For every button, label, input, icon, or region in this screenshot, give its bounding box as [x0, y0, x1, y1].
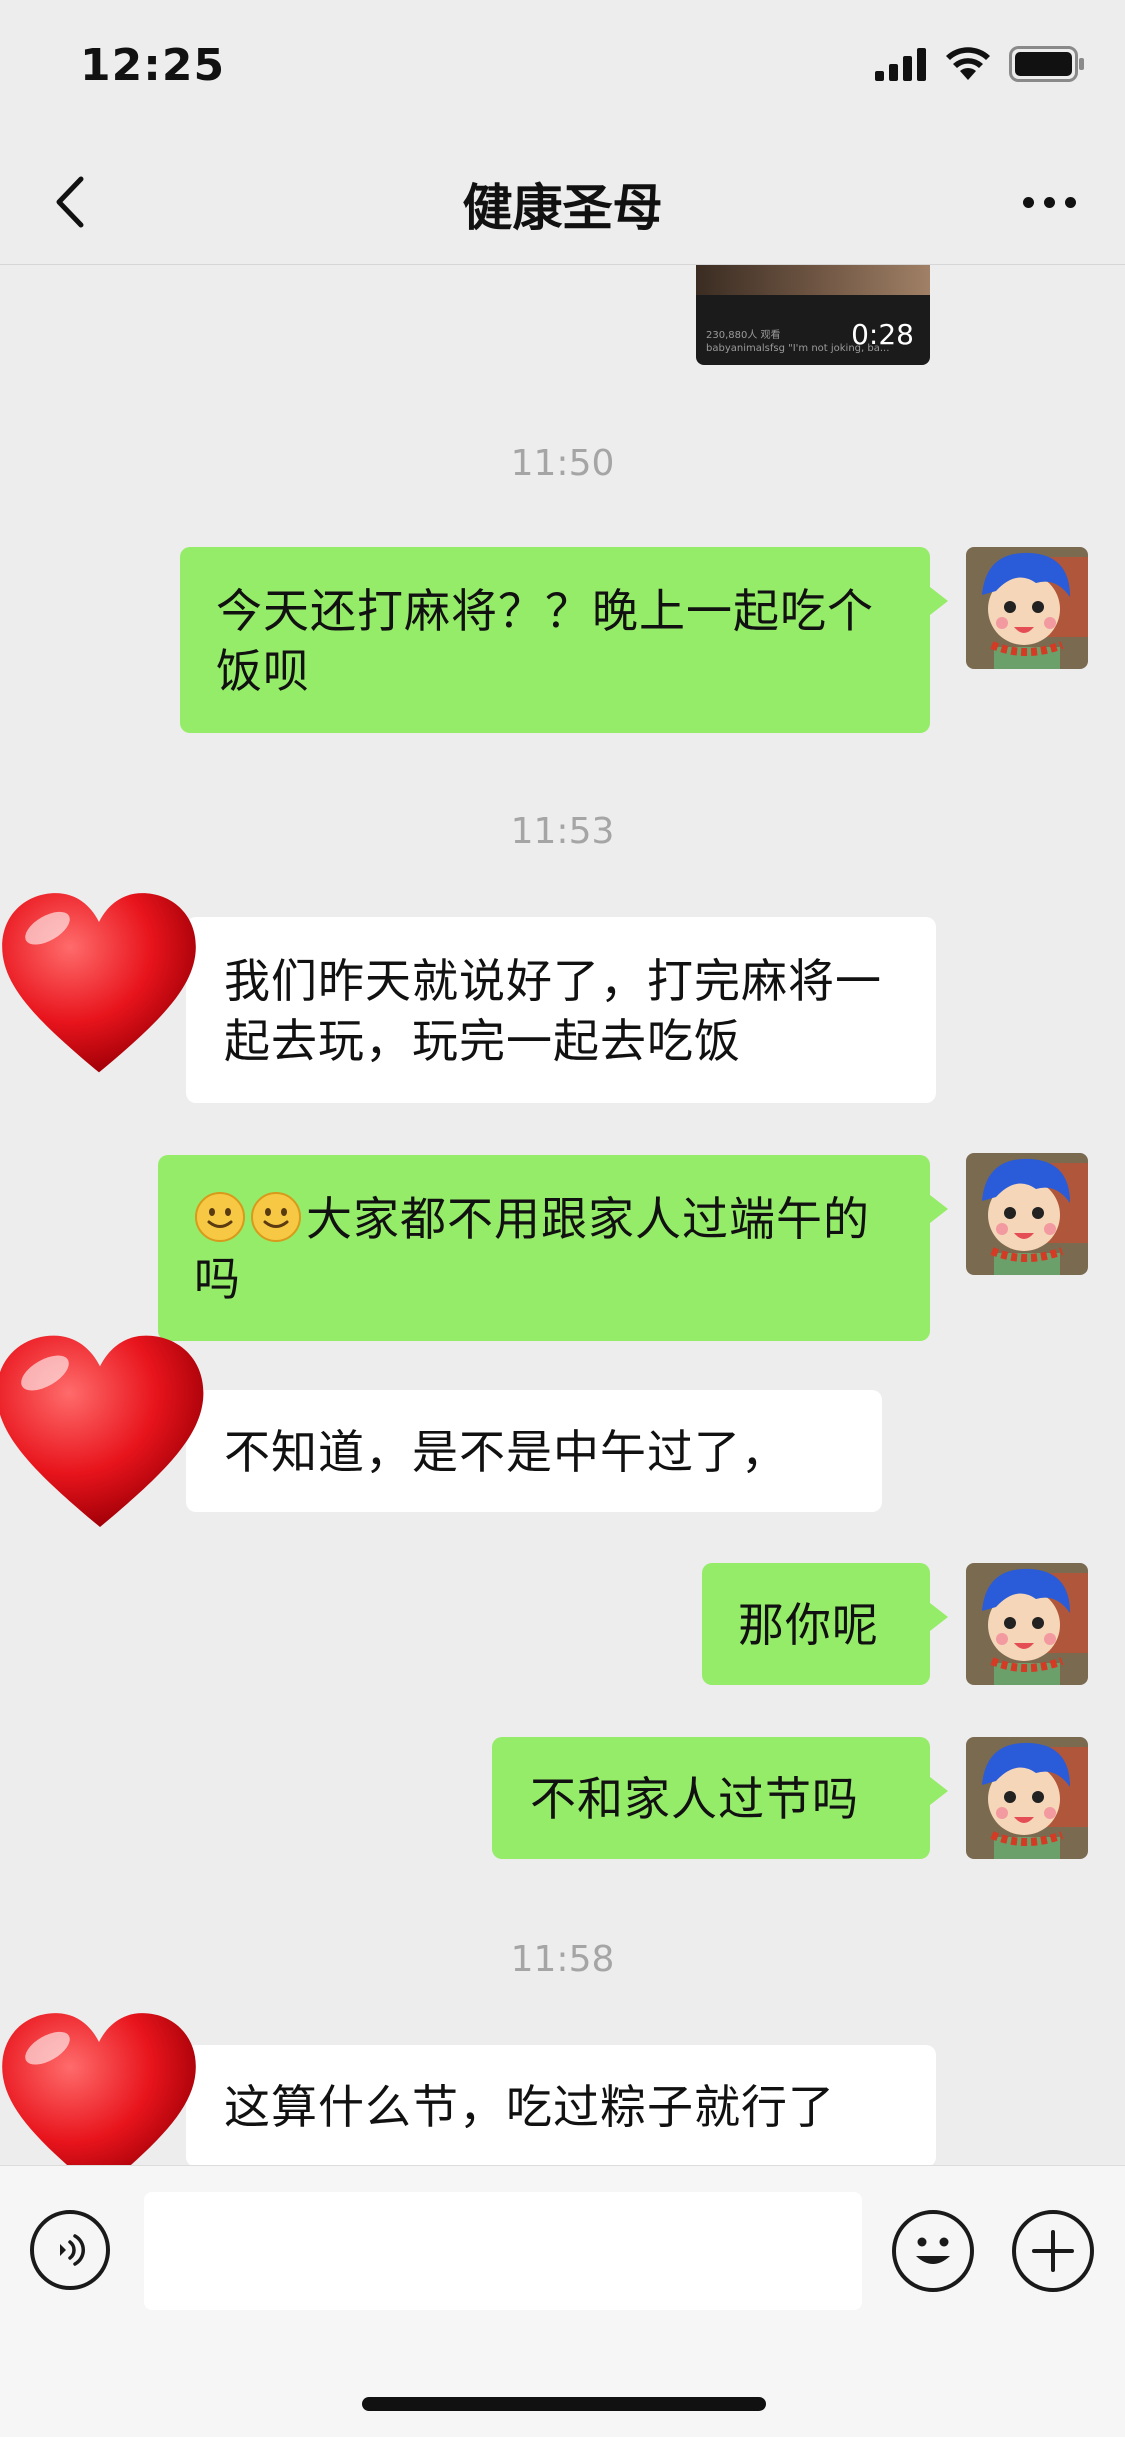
avatar-image: [966, 1153, 1088, 1275]
smile-emoji-icon: [251, 1192, 301, 1242]
chat-area[interactable]: 230,880人 观看 babyanimalsfsg "I'm not joki…: [0, 265, 1125, 2165]
more-actions-button[interactable]: [1012, 2210, 1094, 2292]
more-button[interactable]: [1009, 168, 1089, 236]
video-duration: 0:28: [851, 318, 914, 351]
voice-input-button[interactable]: [30, 2210, 110, 2290]
chat-title: 健康圣母: [462, 179, 663, 237]
my-avatar[interactable]: [966, 547, 1088, 669]
timestamp: 11:58: [510, 1939, 615, 1980]
video-frame: [696, 265, 930, 295]
heart-sticker-icon: [2, 2013, 196, 2165]
avatar-image: [966, 1737, 1088, 1859]
wifi-icon: [946, 47, 990, 80]
avatar-image: [966, 1563, 1088, 1685]
more-dot-icon: [1022, 196, 1034, 208]
more-dot-icon: [1043, 196, 1055, 208]
message-input[interactable]: [144, 2192, 862, 2310]
status-bar: 12:25: [0, 0, 1125, 140]
status-time: 12:25: [80, 40, 226, 91]
message-bubble-sent[interactable]: 今天还打麻将？？晚上一起吃个饭呗: [180, 547, 948, 733]
my-avatar[interactable]: [966, 1563, 1088, 1685]
emoji-icon: [916, 2237, 950, 2264]
message-bubble-received[interactable]: 不知道，是不是中午过了，: [186, 1390, 882, 1512]
avatar-image: [966, 547, 1088, 669]
timestamp: 11:50: [510, 443, 615, 484]
battery-icon: [1009, 46, 1084, 82]
heart-sticker-icon: [0, 1335, 204, 1527]
home-indicator: [362, 2397, 766, 2411]
message-bubble-received[interactable]: 我们昨天就说好了，打完麻将一起去玩，玩完一起去吃饭: [186, 917, 936, 1103]
video-message[interactable]: 230,880人 观看 babyanimalsfsg "I'm not joki…: [696, 265, 930, 365]
signal-icon: [875, 48, 926, 81]
message-bubble-sent[interactable]: 那你呢: [702, 1563, 948, 1685]
smile-emoji-icon: [195, 1192, 245, 1242]
voice-icon: [60, 2234, 85, 2266]
status-icons: [875, 46, 1085, 82]
emoji-button[interactable]: [892, 2210, 974, 2292]
my-avatar[interactable]: [966, 1153, 1088, 1275]
plus-icon: [1032, 2230, 1074, 2272]
my-avatar[interactable]: [966, 1737, 1088, 1859]
message-bubble-sent[interactable]: 大家都不用跟家人过端午的吗: [158, 1155, 948, 1341]
more-dot-icon: [1064, 196, 1076, 208]
message-bubble-received[interactable]: 这算什么节，吃过粽子就行了: [186, 2045, 936, 2165]
nav-bar: 健康圣母: [0, 140, 1125, 265]
timestamp: 11:53: [510, 811, 615, 852]
message-bubble-sent[interactable]: 不和家人过节吗: [492, 1737, 948, 1859]
heart-sticker-icon: [2, 893, 196, 1073]
